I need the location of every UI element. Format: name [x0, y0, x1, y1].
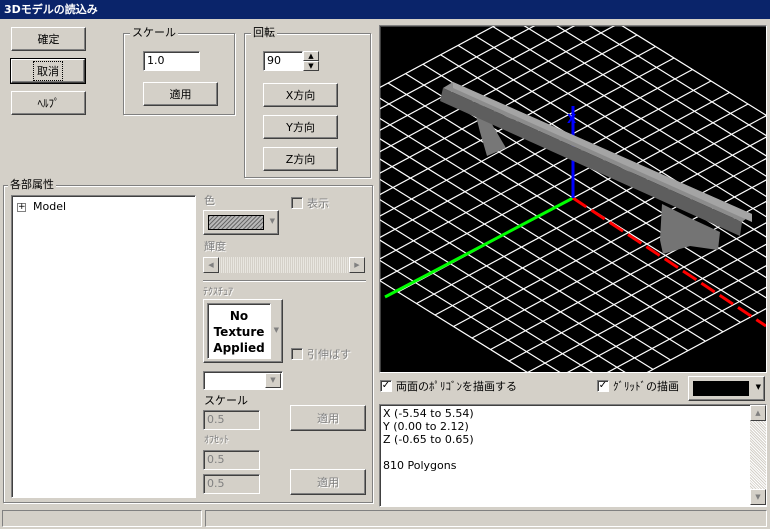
double-sided-label: 両面のﾎﾟﾘｺﾞﾝを描画する	[396, 380, 517, 393]
scroll-up-icon[interactable]: ▲	[750, 405, 766, 421]
double-sided-checkbox[interactable]: ✓	[380, 380, 392, 392]
properties-separator	[203, 280, 366, 282]
color-swatch	[208, 215, 264, 230]
viewport-3d[interactable]: X	[379, 25, 767, 373]
y-direction-button[interactable]: Y方向	[263, 115, 338, 139]
texture-preview: No Texture Applied	[207, 303, 271, 359]
offset-x-input[interactable]: 0.5	[203, 450, 260, 470]
chevron-down-icon: ▼	[269, 217, 275, 225]
info-text: X (-5.54 to 5.54) Y (0.00 to 2.12) Z (-0…	[383, 407, 474, 472]
offset-label: ｵﾌｾｯﾄ	[204, 435, 229, 446]
cancel-button[interactable]: 取消	[10, 58, 86, 84]
window-title: 3Dモデルの読込み	[0, 0, 770, 19]
texture-label: ﾃｸｽﾁｭｱ	[203, 287, 233, 298]
texture-preview-line-1: No	[229, 309, 249, 323]
model-info-panel[interactable]: X (-5.54 to 5.54) Y (0.00 to 2.12) Z (-0…	[379, 404, 767, 507]
show-label: 表示	[307, 197, 329, 210]
stretch-checkbox[interactable]	[291, 348, 303, 360]
tree-expander-icon[interactable]: +	[17, 203, 26, 212]
cancel-button-label: 取消	[33, 61, 63, 81]
slider-right-icon[interactable]: ▶	[349, 257, 365, 273]
check-icon: ✓	[598, 380, 608, 391]
z-direction-label: Z方向	[285, 153, 316, 166]
status-cell-right	[205, 510, 767, 527]
texture-scale-apply-button[interactable]: 適用	[290, 405, 366, 431]
help-button[interactable]: ﾍﾙﾌﾟ	[11, 91, 86, 115]
rotation-group-label: 回転	[251, 26, 277, 40]
chevron-down-icon: ▼	[755, 383, 761, 391]
viewport-canvas: X	[380, 26, 766, 372]
spin-up-icon[interactable]: ▲	[303, 51, 319, 61]
texture-preview-button[interactable]: No Texture Applied ▼	[203, 299, 283, 363]
offset-apply-label: 適用	[317, 476, 339, 489]
info-x-range: X (-5.54 to 5.54)	[383, 407, 474, 420]
texture-preview-line-3: Applied	[213, 341, 265, 355]
bg-color-button[interactable]: ▼	[688, 376, 765, 401]
y-direction-label: Y方向	[286, 121, 315, 134]
brightness-slider[interactable]: ◀ ▶	[203, 257, 365, 273]
tree-expander-label: +	[18, 202, 26, 212]
scale-group-label: スケール	[130, 26, 178, 40]
texture-preview-line-2: Texture	[213, 325, 265, 339]
info-blank-line	[383, 446, 474, 459]
info-y-range: Y (0.00 to 2.12)	[383, 420, 469, 433]
show-checkbox[interactable]	[291, 197, 303, 209]
stretch-label: 引伸ばす	[307, 348, 351, 361]
tree-item-model[interactable]: Model	[33, 200, 66, 213]
offset-apply-button[interactable]: 適用	[290, 469, 366, 495]
grid-checkbox[interactable]: ✓	[597, 380, 609, 392]
grid-label: ｸﾞﾘｯﾄﾞの描画	[613, 380, 679, 393]
brightness-label: 輝度	[204, 240, 226, 253]
color-label: 色	[204, 194, 215, 207]
status-cell-left	[2, 510, 202, 527]
offset-y-input[interactable]: 0.5	[203, 474, 260, 494]
texture-scale-input[interactable]: 0.5	[203, 410, 260, 430]
color-picker-button[interactable]: ▼	[203, 210, 279, 235]
slider-left-icon[interactable]: ◀	[203, 257, 219, 273]
confirm-button[interactable]: 確定	[11, 27, 86, 51]
texture-scale-label: スケール	[204, 394, 248, 407]
rotation-input[interactable]: 90	[263, 51, 303, 71]
confirm-button-label: 確定	[37, 33, 60, 46]
info-polygon-count: 810 Polygons	[383, 459, 457, 472]
scale-apply-button[interactable]: 適用	[143, 82, 218, 106]
spin-down-icon[interactable]: ▼	[303, 61, 319, 71]
chevron-down-icon[interactable]: ▼	[265, 373, 281, 388]
info-z-range: Z (-0.65 to 0.65)	[383, 433, 474, 446]
help-button-label: ﾍﾙﾌﾟ	[37, 97, 60, 110]
x-direction-label: X方向	[285, 89, 316, 102]
texture-scale-apply-label: 適用	[317, 412, 339, 425]
chevron-down-icon: ▼	[273, 326, 279, 334]
z-direction-button[interactable]: Z方向	[263, 147, 338, 171]
parts-group-label: 各部属性	[8, 178, 56, 192]
info-scrollbar[interactable]: ▲ ▼	[750, 405, 766, 505]
scroll-down-icon[interactable]: ▼	[750, 489, 766, 505]
scale-apply-label: 適用	[169, 88, 192, 101]
parts-tree[interactable]: + Model	[11, 195, 196, 498]
x-direction-button[interactable]: X方向	[263, 83, 338, 107]
x-axis-label: X	[567, 112, 577, 126]
scale-input[interactable]: 1.0	[143, 51, 200, 71]
bg-color-swatch	[693, 381, 749, 396]
check-icon: ✓	[381, 380, 391, 391]
